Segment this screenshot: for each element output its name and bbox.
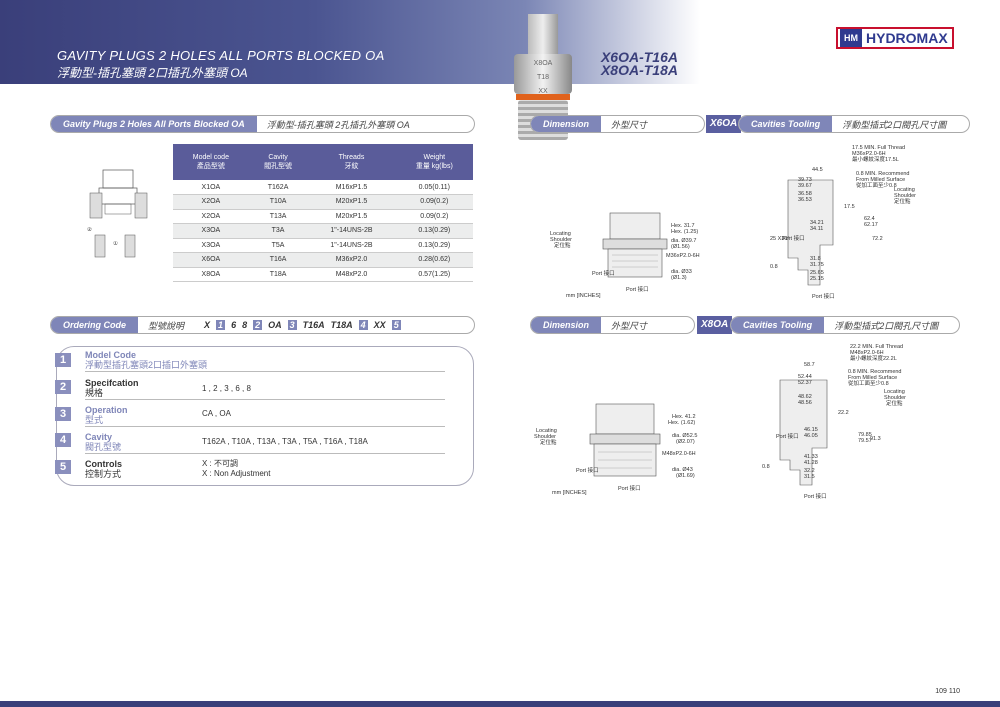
row-value-2: 1 , 2 , 3 , 6 , 8 — [202, 384, 251, 393]
svg-text:Port 接口: Port 接口 — [776, 432, 799, 440]
svg-text:①: ① — [113, 240, 118, 247]
svg-text:91.3: 91.3 — [870, 436, 881, 442]
x8-cavity-drawing: 22.2 MIN. Full Thread M48xP2.0-6H 最小螺紋深度… — [762, 344, 906, 500]
th-model: Model code 產品型號 — [173, 144, 249, 180]
svg-text:(Ø1.69): (Ø1.69) — [676, 473, 695, 479]
th-cavity: Cavity 閥孔型號 — [248, 144, 308, 180]
table-row: X6OA T16A M36xP2.0 0.28(0.62) — [173, 252, 473, 268]
section-bar-gavity: Gavity Plugs 2 Holes All Ports Blocked O… — [50, 115, 475, 133]
svg-text:48.56: 48.56 — [798, 400, 812, 406]
footer-band — [0, 701, 1000, 707]
svg-text:(Ø2.07): (Ø2.07) — [676, 439, 695, 445]
table-row: X3OA T5A 1"-14UNS-2B 0.13(0.29) — [173, 238, 473, 253]
logo-mark-icon: HM — [840, 29, 862, 47]
model-title: X6OA-T16A X8OA-T18A — [600, 49, 678, 78]
plug-diagram-small: ② ① — [87, 169, 148, 258]
section-bar-cavities-x6: Cavities Tooling 浮動型插式2口閥孔尺寸圖 — [738, 115, 970, 133]
svg-text:72.2: 72.2 — [872, 236, 883, 242]
header-title: GAVITY PLUGS 2 HOLES ALL PORTS BLOCKED O… — [57, 48, 385, 63]
svg-text:M48xP2.0-6H: M48xP2.0-6H — [662, 451, 696, 457]
row-num-5: 5 — [55, 460, 71, 474]
row-value-5: X : 不可調 X : Non Adjustment — [202, 459, 271, 478]
row-value-3: CA , OA — [202, 409, 231, 418]
row-title-4: Cavity 閥孔型號 — [85, 432, 122, 452]
svg-text:Port 接口: Port 接口 — [812, 292, 835, 300]
table-row: X8OA T18A M48xP2.0 0.57(1.25) — [173, 267, 473, 282]
svg-text:31.75: 31.75 — [810, 262, 824, 268]
svg-text:Port 接口: Port 接口 — [626, 285, 649, 293]
section-bar-cavities-x8: Cavities Tooling 浮動型插式2口閥孔尺寸圖 — [730, 316, 960, 334]
svg-text:mm [INCHES]: mm [INCHES] — [552, 490, 587, 496]
row-title-1: Model Code 浮動型插孔塞頭2口插口外塞頭 — [85, 350, 208, 370]
th-threads: Threads 牙紋 — [307, 144, 396, 180]
page-numbers: 109 110 — [935, 688, 960, 695]
table-row: X1OA T162A M16xP1.5 0.05(0.11) — [173, 180, 473, 195]
row-num-2: 2 — [55, 380, 71, 394]
svg-text:Port 接口: Port 接口 — [618, 484, 641, 492]
svg-text:17.5: 17.5 — [844, 204, 855, 210]
svg-text:(Ø1.3): (Ø1.3) — [671, 275, 687, 281]
svg-text:58.7: 58.7 — [804, 362, 815, 368]
svg-text:25.15: 25.15 — [810, 276, 824, 282]
svg-text:Port 接口: Port 接口 — [576, 466, 599, 474]
x6-cavity-drawing: 17.5 MIN. Full Thread M36xP2.0-6H 最小螺紋深度… — [770, 145, 916, 300]
svg-text:39.67: 39.67 — [798, 183, 812, 189]
svg-text:41.28: 41.28 — [804, 460, 818, 466]
svg-text:36.53: 36.53 — [798, 197, 812, 203]
svg-text:0.8: 0.8 — [770, 264, 778, 270]
code-formula: X1 682 OA 3 T16A T18A 4 XX 5 — [204, 320, 401, 330]
svg-text:定位點: 定位點 — [894, 197, 911, 205]
x8-plug-drawing: Locating Shoulder 定位點 Hex. 41.2 Hex. (1.… — [534, 403, 697, 496]
row-title-3: Operation 型式 — [85, 405, 128, 425]
section-bar-dimension-x6: Dimension 外型尺寸 — [530, 115, 705, 133]
header-subtitle: 浮動型-插孔塞頭 2口插孔外塞頭 OA — [57, 66, 248, 80]
svg-text:31.5: 31.5 — [804, 474, 815, 480]
table-row: X3OA T3A 1"-14UNS-2B 0.13(0.29) — [173, 223, 473, 239]
svg-text:Port 接口: Port 接口 — [592, 269, 615, 277]
svg-text:定位點: 定位點 — [540, 438, 557, 446]
svg-text:Hex. (1.62): Hex. (1.62) — [668, 420, 695, 426]
svg-text:從加工面至少0.8: 從加工面至少0.8 — [856, 181, 897, 189]
row-num-3: 3 — [55, 407, 71, 421]
svg-text:44.5: 44.5 — [812, 167, 823, 173]
svg-text:定位點: 定位點 — [554, 241, 571, 249]
tag-x8oa: X8OA — [697, 316, 733, 334]
svg-text:0.8: 0.8 — [762, 464, 770, 470]
svg-text:定位點: 定位點 — [886, 399, 903, 407]
svg-text:52.37: 52.37 — [798, 380, 812, 386]
svg-text:最小螺紋深度22.2L: 最小螺紋深度22.2L — [850, 354, 897, 362]
tag-x6oa: X6OA — [706, 115, 742, 133]
section-bar-dimension-x8: Dimension 外型尺寸 — [530, 316, 695, 334]
svg-text:②: ② — [87, 226, 92, 233]
page-header: GAVITY PLUGS 2 HOLES ALL PORTS BLOCKED O… — [0, 0, 1000, 84]
row-title-5: Controls 控制方式 — [85, 459, 122, 479]
th-weight: Weight 重量 kg(lbs) — [395, 144, 473, 180]
x6-plug-drawing: Locating Shoulder 定位點 Hex. 31.7 Hex. (1.… — [550, 212, 700, 299]
svg-text:最小螺紋深度17.5L: 最小螺紋深度17.5L — [852, 155, 899, 163]
table-row: X2OA T10A M20xP1.5 0.09(0.2) — [173, 194, 473, 210]
section-bar-ordering: Ordering Code 型號說明 X1 682 OA 3 T16A T18A 4 … — [50, 316, 475, 334]
svg-text:62.17: 62.17 — [864, 222, 878, 228]
svg-text:Port 接口: Port 接口 — [804, 492, 827, 500]
svg-text:M36xP2.0-6H: M36xP2.0-6H — [666, 253, 700, 259]
table-row: X2OA T13A M20xP1.5 0.09(0.2) — [173, 209, 473, 224]
row-num-1: 1 — [55, 353, 71, 367]
row-title-2: Specifcation 規格 — [85, 378, 139, 398]
svg-text:mm [INCHES]: mm [INCHES] — [566, 293, 601, 299]
svg-text:34.11: 34.11 — [810, 226, 823, 232]
row-value-4: T162A , T10A , T13A , T3A , T5A , T16A ,… — [202, 437, 368, 446]
spec-table: Model code 產品型號 Cavity 閥孔型號 Threads 牙紋 Weig… — [173, 144, 473, 282]
hydromax-logo: HM HYDROMAX — [836, 27, 954, 49]
svg-text:Hex. (1.25): Hex. (1.25) — [671, 229, 698, 235]
svg-text:46.05: 46.05 — [804, 433, 818, 439]
svg-text:22.2: 22.2 — [838, 410, 849, 416]
svg-text:Port 接口: Port 接口 — [782, 234, 805, 242]
row-num-4: 4 — [55, 433, 71, 447]
svg-text:從加工面至少0.8: 從加工面至少0.8 — [848, 379, 889, 387]
svg-text:(Ø1.56): (Ø1.56) — [671, 244, 690, 250]
